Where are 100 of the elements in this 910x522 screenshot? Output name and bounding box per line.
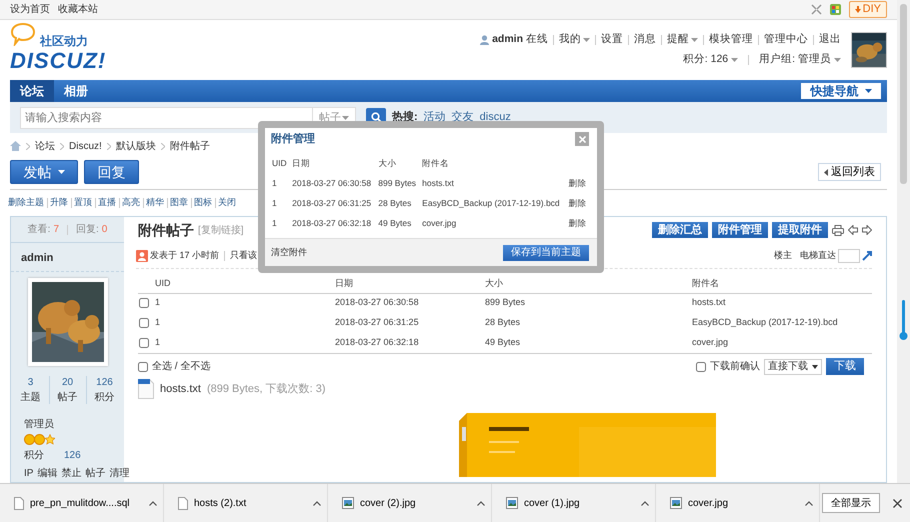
next-icon[interactable]	[862, 225, 872, 235]
author-name[interactable]: admin	[11, 243, 124, 272]
reply-button[interactable]: 回复	[84, 160, 139, 184]
attachment-meta: (899 Bytes, 下载次数: 3)	[206, 382, 326, 396]
breadcrumb-link[interactable]: 附件帖子	[170, 140, 210, 152]
file-icon	[178, 496, 188, 510]
breadcrumb-link[interactable]: 论坛	[35, 140, 55, 152]
logo-wordmark[interactable]: DISCUZ!	[10, 50, 106, 72]
text-file-icon	[138, 379, 154, 399]
delete-link[interactable]: 删除	[567, 194, 591, 214]
table-cell: hosts.txt	[691, 293, 872, 313]
download-item[interactable]: cover (1).jpg	[492, 484, 656, 522]
moderation-link[interactable]: 高亮	[122, 197, 140, 209]
download-mode-select[interactable]: 直接下载	[764, 358, 822, 374]
download-item[interactable]: hosts (2).txt	[164, 484, 328, 522]
jump-label: 电梯直达	[800, 250, 836, 262]
attachment-link[interactable]: hosts.txt	[160, 382, 201, 396]
user-icon	[480, 35, 490, 46]
download-icon	[854, 6, 861, 13]
moderation-link[interactable]: 升降	[50, 197, 68, 209]
column-header: 附件名	[691, 275, 872, 293]
checkbox[interactable]	[139, 298, 149, 308]
moderation-link[interactable]: 置顶	[74, 197, 92, 209]
admin-link[interactable]: 编辑	[37, 467, 58, 480]
user-group-link[interactable]: 用户组: 管理员	[759, 53, 841, 67]
admin-link[interactable]: 禁止	[61, 467, 82, 480]
delete-link[interactable]: 删除	[567, 214, 591, 234]
moderation-link[interactable]: 直播	[98, 197, 116, 209]
download-button[interactable]: 下载	[826, 358, 864, 375]
caret-icon	[691, 38, 698, 42]
post-tool-button[interactable]: 删除汇总	[652, 222, 708, 238]
table-cell-text: 1	[154, 336, 162, 350]
post-tool-button[interactable]: 附件管理	[712, 222, 768, 238]
online-status: 在线	[526, 33, 548, 47]
username-link[interactable]: admin	[492, 33, 523, 47]
user-menu-link[interactable]: 模块管理	[709, 33, 753, 47]
user-menu-link[interactable]: 管理中心	[764, 33, 808, 47]
stat-value[interactable]: 20	[62, 376, 74, 390]
breadcrumb-link[interactable]: 默认版块	[116, 140, 156, 152]
download-item[interactable]: cover (2).jpg	[328, 484, 492, 522]
moderation-link[interactable]: 关闭	[218, 197, 236, 209]
top-link[interactable]: 设为首页	[10, 3, 50, 16]
user-icon	[136, 250, 148, 262]
admin-link[interactable]: IP	[24, 467, 34, 480]
show-all-button[interactable]: 全部显示	[822, 493, 880, 513]
save-button[interactable]: 保存到当前主题	[503, 244, 589, 260]
moderation-link[interactable]: 精华	[146, 197, 164, 209]
table-cell-text: 1	[271, 197, 278, 210]
credits-link[interactable]: 积分: 126	[682, 53, 738, 67]
user-menu-link[interactable]: 设置	[601, 33, 623, 47]
delete-link[interactable]: 删除	[567, 174, 591, 194]
user-menu-link[interactable]: 退出	[819, 33, 841, 47]
checkbox[interactable]	[696, 362, 706, 372]
rank-icon	[24, 434, 55, 446]
search-field[interactable]: 请输入搜索内容	[20, 106, 312, 128]
download-item[interactable]: cover.jpg	[656, 484, 820, 522]
stat-value[interactable]: 3	[28, 376, 34, 390]
admin-link[interactable]: 帖子	[85, 467, 106, 480]
table-cell-text: 28 Bytes	[484, 316, 522, 330]
back-to-list-button[interactable]: 返回列表	[818, 163, 881, 181]
moderation-link[interactable]: 图章	[170, 197, 188, 209]
user-menu-link[interactable]: 我的	[559, 33, 590, 47]
stat-value[interactable]: 126	[96, 376, 113, 390]
checkbox[interactable]	[139, 338, 149, 348]
image-file-icon	[342, 497, 354, 509]
table-cell-text: 49 Bytes	[377, 217, 412, 230]
previous-icon[interactable]	[848, 225, 858, 235]
nav-tab[interactable]: 论坛	[10, 80, 54, 102]
checkbox[interactable]	[139, 318, 149, 328]
stat-label: 主题	[20, 391, 40, 404]
post-tool-button[interactable]: 提取附件	[772, 222, 828, 238]
moderation-link[interactable]: 删除主题	[8, 197, 44, 209]
palette-icon[interactable]	[830, 4, 841, 15]
floor-input[interactable]	[838, 248, 860, 262]
quick-nav-button[interactable]: 快捷导航	[801, 83, 881, 99]
only-author-link[interactable]: 只看该	[230, 250, 258, 262]
clear-attachments-link[interactable]: 清空附件	[271, 246, 307, 258]
dialog-title: 附件管理	[271, 132, 315, 146]
hot-search-link[interactable]: 活动	[424, 110, 446, 125]
chevron-icon	[106, 142, 111, 150]
print-icon[interactable]	[832, 224, 844, 236]
table-cell-text: 2018-03-27 06:31:25	[334, 316, 420, 330]
close-icon	[892, 498, 902, 508]
checkbox[interactable]	[138, 362, 148, 372]
nav-tab[interactable]: 相册	[54, 80, 98, 102]
hot-search-link[interactable]: discuz	[480, 110, 511, 125]
post-title: 附件帖子	[138, 220, 194, 240]
top-link[interactable]: 收藏本站	[58, 3, 98, 16]
download-item[interactable]: pre_pn_mulitdow....sql	[0, 484, 164, 522]
new-post-button[interactable]: 发帖	[10, 160, 78, 184]
table-cell: 899 Bytes	[484, 293, 691, 313]
user-menu-link[interactable]: 消息	[634, 33, 656, 47]
logo-tagline: 社区动力	[40, 34, 89, 50]
admin-link[interactable]: 清理	[109, 467, 130, 480]
breadcrumb-link[interactable]: Discuz!	[69, 140, 102, 152]
user-menu-link[interactable]: 提醒	[667, 33, 698, 47]
moderation-link[interactable]: 图标	[194, 197, 212, 209]
stat-label: 帖子	[58, 391, 78, 404]
credits-value[interactable]: 126	[64, 449, 81, 462]
go-icon[interactable]	[862, 250, 872, 261]
